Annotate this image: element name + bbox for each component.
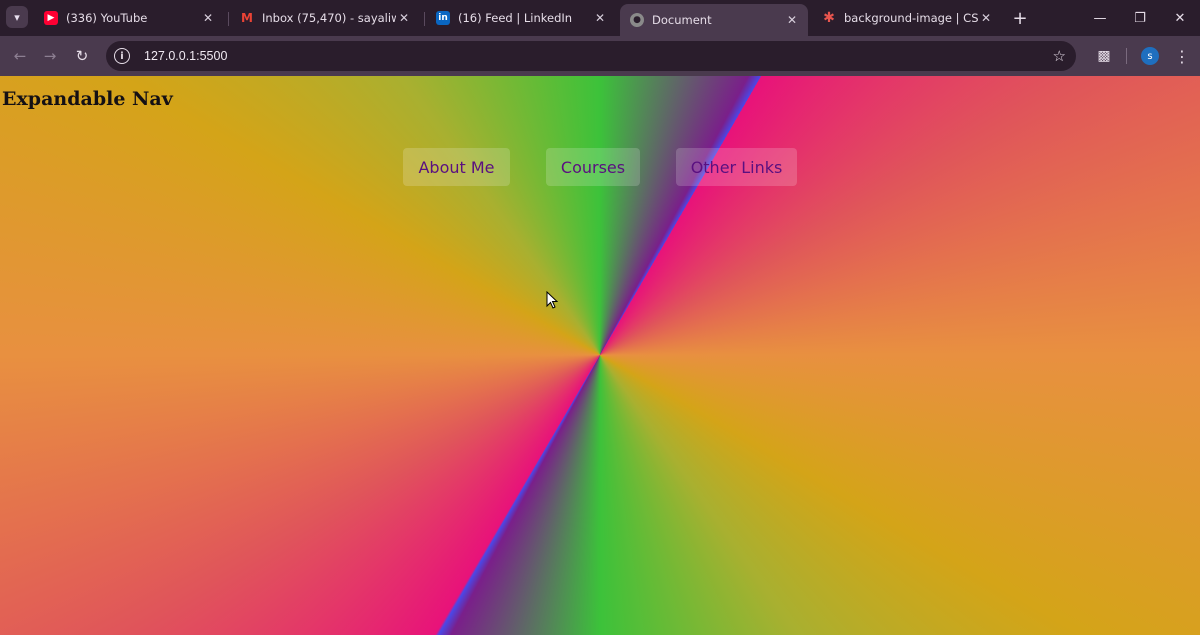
reload-icon: ↻ [75,47,89,65]
globe-icon: ● [630,13,644,27]
tab-title: Document [652,13,712,27]
address-bar[interactable]: i 127.0.0.1:5500 ☆ [106,41,1076,71]
bookmark-star-icon[interactable]: ☆ [1053,47,1066,65]
profile-avatar[interactable]: s [1141,47,1159,65]
tab-gmail[interactable]: M Inbox (75,470) - sayaliwagal5 ✕ [230,4,420,32]
arrow-left-icon: ← [13,47,27,65]
puzzle-icon: ▩ [1097,48,1111,64]
plus-icon: + [1012,7,1028,29]
mouse-pointer-icon [546,291,558,309]
kebab-menu-icon: ⋮ [1174,46,1190,66]
browser-toolbar: ← → ↻ i 127.0.0.1:5500 ☆ ▩ s ⋮ [0,36,1200,76]
close-icon[interactable]: ✕ [978,11,994,25]
extensions-button[interactable]: ▩ [1092,44,1116,68]
reload-button[interactable]: ↻ [70,44,94,68]
minimize-icon: — [1093,10,1107,26]
tab-title: (16) Feed | LinkedIn [458,11,573,25]
close-icon[interactable]: ✕ [784,13,800,27]
tab-divider [424,12,425,26]
arrow-right-icon: → [43,47,57,65]
minimize-button[interactable]: — [1080,6,1120,30]
close-icon[interactable]: ✕ [592,11,608,25]
tab-csstricks[interactable]: ✱ background-image | CSS-Tric ✕ [812,4,1002,32]
tab-strip: ▾ ▶ (336) YouTube ✕ M Inbox (75,470) - s… [0,0,1200,36]
page-viewport: Expandable Nav About Me Courses Other Li… [0,76,1200,635]
close-icon: ✕ [1174,10,1186,26]
close-window-button[interactable]: ✕ [1160,6,1200,30]
chevron-down-icon: ▾ [14,10,20,24]
youtube-icon: ▶ [44,11,58,25]
csstricks-icon: ✱ [823,10,835,26]
url-text[interactable]: 127.0.0.1:5500 [144,49,227,63]
restore-icon: ❐ [1134,10,1146,26]
tab-title: (336) YouTube [66,11,148,25]
tab-document[interactable]: ● Document ✕ [620,4,808,36]
tab-search-button[interactable]: ▾ [6,6,28,28]
toolbar-divider [1126,48,1127,64]
forward-button[interactable]: → [38,44,62,68]
nav-other-links-button[interactable]: Other Links [676,148,797,186]
tab-title: Inbox (75,470) - sayaliwagal5 [262,11,396,25]
tab-youtube[interactable]: ▶ (336) YouTube ✕ [34,4,224,32]
tab-divider [228,12,229,26]
back-button[interactable]: ← [8,44,32,68]
close-icon[interactable]: ✕ [396,11,412,25]
gmail-icon: M [241,11,253,25]
nav-courses-button[interactable]: Courses [546,148,640,186]
close-icon[interactable]: ✕ [200,11,216,25]
tab-linkedin[interactable]: in (16) Feed | LinkedIn ✕ [426,4,616,32]
new-tab-button[interactable]: + [1010,7,1030,29]
nav-about-me-button[interactable]: About Me [403,148,510,186]
menu-button[interactable]: ⋮ [1170,44,1194,68]
site-info-icon[interactable]: i [114,48,130,64]
page-title: Expandable Nav [2,88,173,110]
tab-title: background-image | CSS-Tric [844,11,978,25]
restore-button[interactable]: ❐ [1120,6,1160,30]
linkedin-icon: in [436,11,450,25]
